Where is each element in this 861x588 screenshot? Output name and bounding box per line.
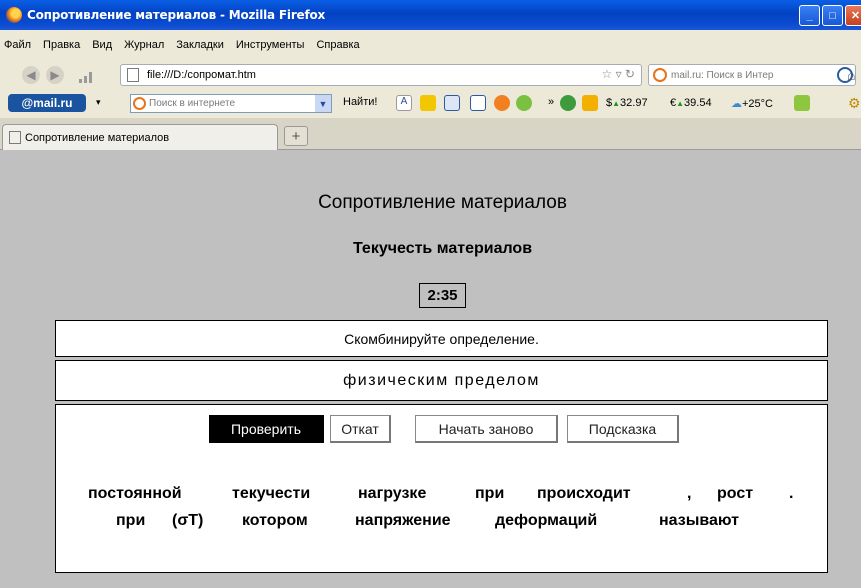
mailru-toolbar: @mail.ru ▾ Поиск в интернете ▼ Найти! A … [0,90,861,118]
tab-label: Сопротивление материалов [25,131,170,144]
word-chip[interactable]: происходит [537,485,631,503]
back-icon[interactable]: ◀ [22,66,40,84]
menu-history[interactable]: Журнал [124,39,164,51]
page-title: Сопротивление материалов [318,192,567,213]
odnoklassniki-icon[interactable] [560,95,576,111]
word-chip[interactable]: при [116,512,145,530]
zoom-icon[interactable] [444,95,460,111]
weather-widget[interactable]: ☁+25°C [731,97,773,110]
restart-button[interactable]: Начать заново [415,415,558,443]
word-chip[interactable]: . [789,485,793,503]
instruction-text: Скомбинируйте определение. [344,330,539,347]
timer: 2:35 [419,283,466,308]
word-chip[interactable]: постоянной [88,485,182,503]
hint-button[interactable]: Подсказка [567,415,679,443]
word-chip[interactable]: напряжение [355,512,451,530]
search-placeholder: mail.ru: Поиск в Интер [671,69,774,81]
highlight-icon[interactable] [420,95,436,111]
check-button[interactable]: Проверить [209,415,324,443]
word-chip[interactable]: деформаций [495,512,597,530]
word-chip[interactable]: , [687,485,691,503]
settings-gear-icon[interactable]: ⚙ [848,95,861,112]
map-icon[interactable] [794,95,810,111]
weather-icon: ☁ [731,98,742,110]
home-icon[interactable]: ⌂ [847,67,855,83]
window-title: Сопротивление материалов - Mozilla Firef… [27,8,326,22]
word-chip[interactable]: рост [717,485,753,503]
answer-text: физическим пределом [343,371,540,389]
word-chip[interactable]: нагрузке [358,485,426,503]
undo-button[interactable]: Откат [330,415,391,443]
tab-strip: Сопротивление материалов + [0,118,861,150]
tab-page-icon [9,131,21,144]
news-icon[interactable] [582,95,598,111]
menu-file[interactable]: Файл [4,39,31,51]
page-subtitle: Текучесть материалов [352,240,533,257]
usd-rate[interactable]: $▲32.97 [606,97,648,109]
mail-icon[interactable] [470,95,486,111]
word-area: Проверить Откат Начать заново Подсказка … [55,404,828,573]
word-chip[interactable]: (σТ) [172,512,203,530]
word-chip[interactable]: текучести [232,485,310,503]
url-text: file:///D:/сопромат.htm [147,69,256,81]
close-button[interactable]: ✕ [845,5,861,26]
font-size-icon[interactable]: A [396,95,412,111]
mailru-search-icon [133,97,146,110]
mailru-search-input[interactable]: Поиск в интернете ▼ [130,94,332,113]
mailru-search-placeholder: Поиск в интернете [149,98,236,109]
signal-icon [78,70,94,83]
games-icon[interactable] [516,95,532,111]
mailru-search-dropdown-icon[interactable]: ▼ [315,95,331,112]
mailru-dropdown-icon[interactable]: ▾ [96,97,101,108]
mailru-logo[interactable]: @mail.ru [8,94,86,112]
eur-rate[interactable]: €▲39.54 [670,97,712,109]
minimize-button[interactable]: _ [799,5,820,26]
scrollbar[interactable] [855,151,861,588]
instruction-box: Скомбинируйте определение. [55,320,828,357]
menu-bookmarks[interactable]: Закладки [176,39,224,51]
word-chip[interactable]: котором [242,512,308,530]
maximize-button[interactable]: □ [822,5,843,26]
word-chip[interactable]: при [475,485,504,503]
page-content: Сопротивление материалов Текучесть матер… [0,151,861,588]
bookmark-star-icon[interactable]: ☆ ▿ ↻ [601,67,635,81]
menu-bar: Файл Правка Вид Журнал Закладки Инструме… [0,30,861,60]
forward-icon[interactable]: ▶ [46,66,64,84]
new-tab-button[interactable]: + [284,126,308,146]
answer-box: физическим пределом [55,360,828,401]
nav-bar: ◀ ▶ file:///D:/сопромат.htm ☆ ▿ ↻ mail.r… [0,60,861,90]
search-box[interactable]: mail.ru: Поиск в Интер [648,64,856,86]
word-chip[interactable]: называют [659,512,739,530]
page-icon [127,68,139,82]
title-bar: Сопротивление материалов - Mozilla Firef… [0,0,861,30]
menu-view[interactable]: Вид [92,39,112,51]
menu-edit[interactable]: Правка [43,39,80,51]
more-icon[interactable]: » [548,96,554,108]
firefox-icon [6,7,22,23]
url-bar[interactable]: file:///D:/сопромат.htm ☆ ▿ ↻ [120,64,642,86]
tab-sopromat[interactable]: Сопротивление материалов [2,124,278,150]
agent-icon[interactable] [494,95,510,111]
find-button[interactable]: Найти! [343,96,377,108]
menu-tools[interactable]: Инструменты [236,39,305,51]
search-engine-icon [653,68,667,82]
menu-help[interactable]: Справка [316,39,359,51]
